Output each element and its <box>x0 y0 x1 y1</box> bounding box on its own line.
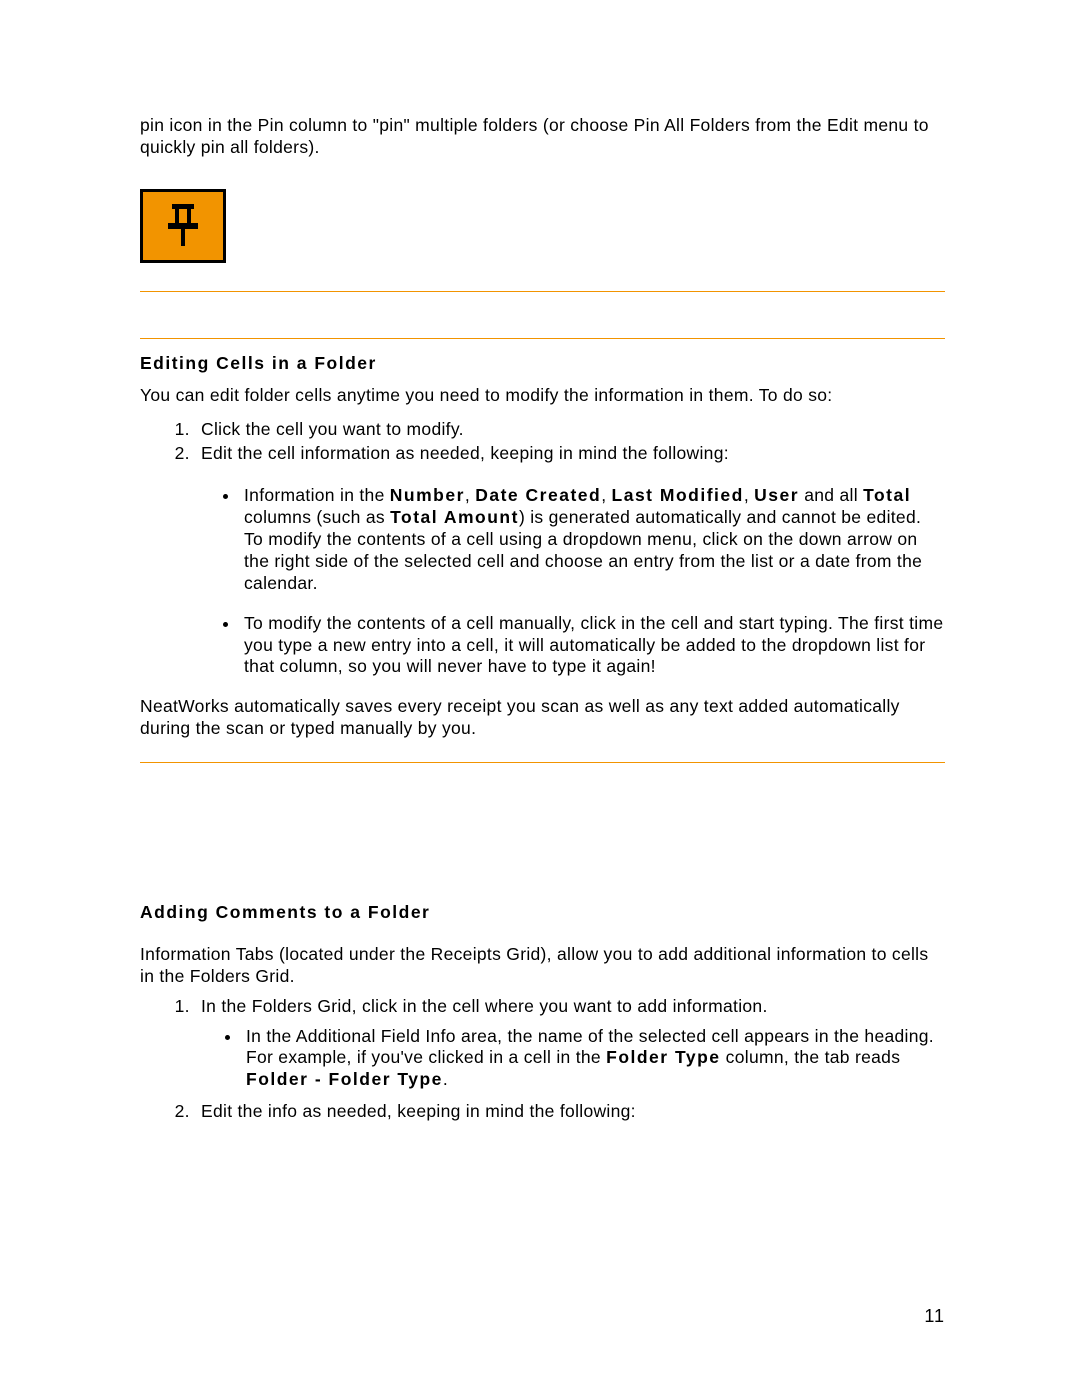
text: and all <box>799 485 863 505</box>
bullet-item: In the Additional Field Info area, the n… <box>242 1026 945 1092</box>
step-item: Edit the info as needed, keeping in mind… <box>195 1101 945 1123</box>
pin-icon-box <box>140 189 226 263</box>
step-item: In the Folders Grid, click in the cell w… <box>195 996 945 1018</box>
bold-text: Number <box>390 485 465 505</box>
section2-steps-b: Edit the info as needed, keeping in mind… <box>140 1101 945 1123</box>
section1-bullets: Information in the Number, Date Created,… <box>140 485 945 678</box>
bold-text: Last Modified <box>612 485 744 505</box>
section-heading-editing: Editing Cells in a Folder <box>140 353 945 375</box>
text: , <box>465 485 475 505</box>
document-page: pin icon in the Pin column to "pin" mult… <box>0 0 1080 1397</box>
section1-outro: NeatWorks automatically saves every rece… <box>140 696 945 740</box>
bullet-item: To modify the contents of a cell manuall… <box>240 613 945 679</box>
section2-steps-a: In the Folders Grid, click in the cell w… <box>140 996 945 1018</box>
text: column, the tab reads <box>721 1047 901 1067</box>
step-item: Click the cell you want to modify. <box>195 419 945 441</box>
bold-text: User <box>754 485 799 505</box>
bold-text: Total <box>863 485 911 505</box>
intro-paragraph: pin icon in the Pin column to "pin" mult… <box>140 115 945 159</box>
section2-intro: Information Tabs (located under the Rece… <box>140 944 945 988</box>
page-number: 11 <box>924 1305 945 1328</box>
section2-subbullets: In the Additional Field Info area, the n… <box>140 1026 945 1092</box>
pin-icon <box>166 204 200 248</box>
bold-text: Date Created <box>475 485 601 505</box>
divider <box>140 338 945 339</box>
text: columns (such as <box>244 507 390 527</box>
section-heading-comments: Adding Comments to a Folder <box>140 902 945 924</box>
text: , <box>601 485 611 505</box>
bold-text: Folder - Folder Type <box>246 1069 443 1089</box>
text: , <box>744 485 754 505</box>
section1-intro: You can edit folder cells anytime you ne… <box>140 385 945 407</box>
text: . <box>443 1069 448 1089</box>
text: Information in the <box>244 485 390 505</box>
bold-text: Folder Type <box>606 1047 720 1067</box>
bullet-item: Information in the Number, Date Created,… <box>240 485 945 594</box>
bold-text: Total Amount <box>390 507 519 527</box>
section1-steps: Click the cell you want to modify. Edit … <box>140 419 945 466</box>
step-item: Edit the cell information as needed, kee… <box>195 443 945 465</box>
